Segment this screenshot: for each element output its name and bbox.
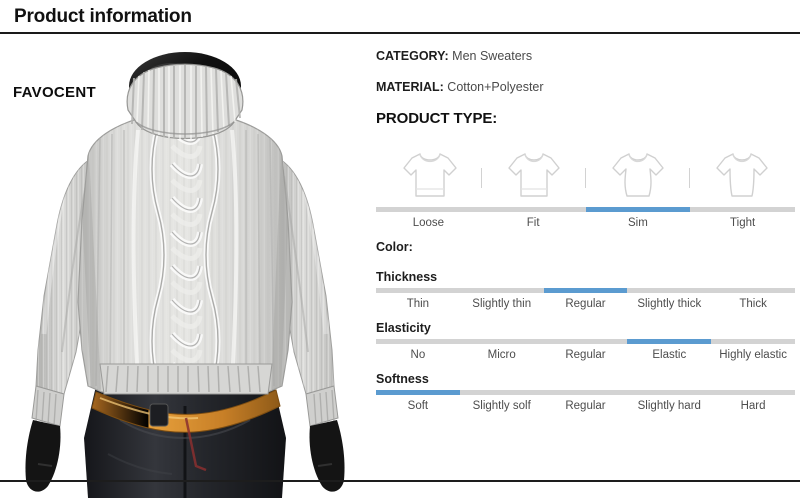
elasticity-track (376, 339, 795, 344)
material-value: Cotton+Polyester (447, 80, 544, 94)
sweater-illustration (0, 34, 370, 498)
thickness-scale[interactable]: Thin Slightly thin Regular Slightly thic… (376, 288, 795, 312)
page-title: Product information (14, 6, 192, 27)
category-label: CATEGORY: (376, 49, 449, 63)
product-type-label[interactable]: Fit (481, 216, 586, 231)
scale-segment-selected[interactable] (585, 207, 691, 212)
product-spec-pane: CATEGORY: Men Sweaters MATERIAL: Cotton+… (370, 34, 800, 498)
scale-segment[interactable] (480, 207, 586, 212)
scale-segment[interactable] (376, 288, 460, 293)
scale-segment[interactable] (627, 390, 712, 395)
product-type-heading: PRODUCT TYPE: (376, 110, 498, 127)
softness-label[interactable]: Slightly solf (460, 399, 544, 414)
thickness-labels: Thin Slightly thin Regular Slightly thic… (376, 293, 795, 312)
scale-segment[interactable] (543, 390, 628, 395)
scale-segment-selected[interactable] (543, 288, 628, 293)
thickness-track (376, 288, 795, 293)
content-area: FAVOCENT CATEGORY: Men Sweaters MATERIAL… (0, 34, 800, 498)
thickness-label[interactable]: Thin (376, 297, 460, 312)
scale-segment[interactable] (711, 339, 795, 344)
tight-shirt-icon (715, 153, 768, 197)
softness-label[interactable]: Soft (376, 399, 460, 414)
scale-segment[interactable] (376, 339, 460, 344)
scale-segment[interactable] (459, 390, 544, 395)
softness-heading: Softness (376, 372, 429, 386)
slim-shirt-icon (611, 153, 664, 197)
category-row: CATEGORY: Men Sweaters (376, 48, 795, 64)
scale-segment[interactable] (459, 288, 544, 293)
page-header: Product information (0, 0, 800, 34)
thickness-label[interactable]: Thick (711, 297, 795, 312)
elasticity-heading: Elasticity (376, 321, 431, 335)
thickness-label[interactable]: Regular (544, 297, 628, 312)
elasticity-label[interactable]: Regular (544, 348, 628, 363)
product-type-option-sim[interactable] (586, 136, 689, 204)
elasticity-scale[interactable]: No Micro Regular Elastic Highly elastic (376, 339, 795, 363)
product-type-icon-row (376, 136, 795, 204)
product-type-label[interactable]: Tight (690, 216, 795, 231)
product-type-label[interactable]: Loose (376, 216, 481, 231)
scale-segment[interactable] (711, 390, 795, 395)
thickness-heading: Thickness (376, 270, 438, 284)
product-type-option-loose[interactable] (378, 136, 481, 204)
product-type-label[interactable]: Sim (586, 216, 691, 231)
product-type-option-tight[interactable] (690, 136, 793, 204)
product-type-option-fit[interactable] (482, 136, 585, 204)
scale-segment[interactable] (376, 207, 481, 212)
product-photo-pane: FAVOCENT (0, 34, 370, 498)
product-type-labels: Loose Fit Sim Tight (376, 212, 795, 231)
elasticity-labels: No Micro Regular Elastic Highly elastic (376, 344, 795, 363)
elasticity-label[interactable]: No (376, 348, 460, 363)
material-label: MATERIAL: (376, 80, 444, 94)
fit-shirt-icon (507, 153, 560, 197)
scale-segment-selected[interactable] (376, 390, 460, 395)
softness-labels: Soft Slightly solf Regular Slightly hard… (376, 395, 795, 414)
footer-divider (0, 480, 800, 482)
material-row: MATERIAL: Cotton+Polyester (376, 79, 795, 95)
elasticity-label[interactable]: Micro (460, 348, 544, 363)
product-image (0, 34, 370, 498)
scale-segment[interactable] (690, 207, 795, 212)
scale-segment[interactable] (627, 288, 712, 293)
elasticity-label[interactable]: Highly elastic (711, 348, 795, 363)
softness-label[interactable]: Slightly hard (627, 399, 711, 414)
softness-label[interactable]: Hard (711, 399, 795, 414)
elasticity-label[interactable]: Elastic (627, 348, 711, 363)
softness-label[interactable]: Regular (544, 399, 628, 414)
scale-segment[interactable] (543, 339, 628, 344)
thickness-label[interactable]: Slightly thin (460, 297, 544, 312)
brand-watermark: FAVOCENT (13, 84, 96, 101)
scale-segment-selected[interactable] (627, 339, 712, 344)
softness-scale[interactable]: Soft Slightly solf Regular Slightly hard… (376, 390, 795, 414)
product-type-track (376, 207, 795, 212)
color-heading: Color: (376, 240, 413, 254)
loose-shirt-icon (402, 153, 457, 197)
scale-segment[interactable] (459, 339, 544, 344)
softness-track (376, 390, 795, 395)
scale-segment[interactable] (711, 288, 795, 293)
category-value: Men Sweaters (452, 49, 533, 63)
thickness-label[interactable]: Slightly thick (627, 297, 711, 312)
product-type-scale[interactable]: Loose Fit Sim Tight (376, 207, 795, 231)
